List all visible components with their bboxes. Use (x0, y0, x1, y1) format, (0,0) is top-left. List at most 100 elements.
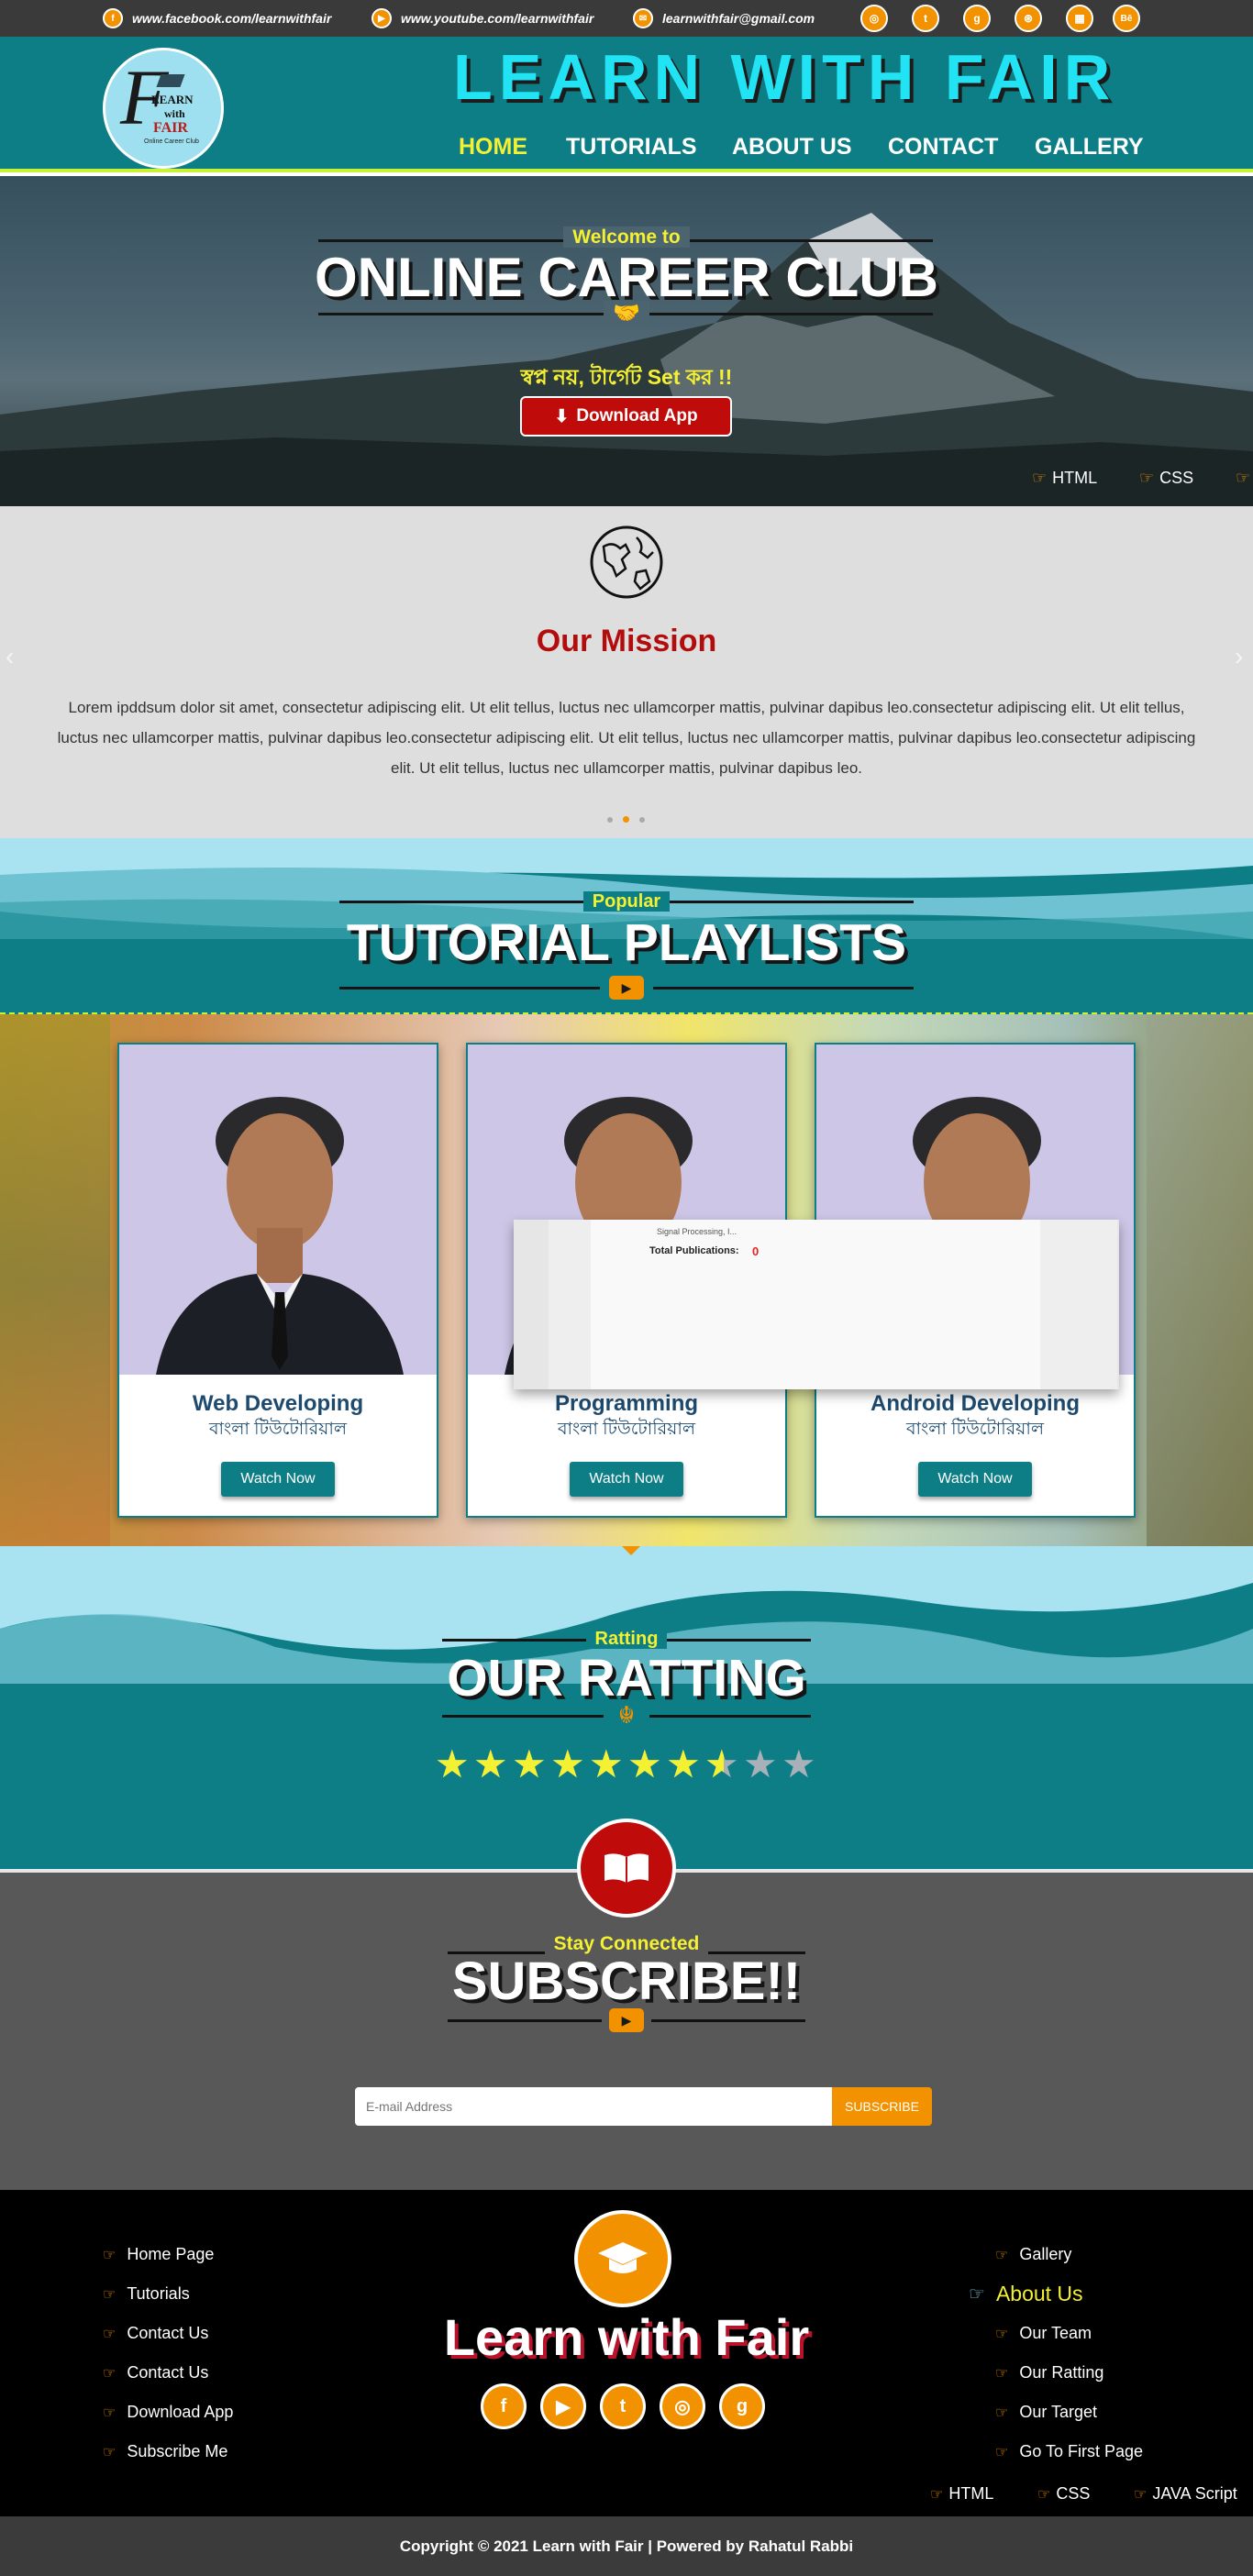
youtube-icon[interactable]: ▶ (540, 2383, 586, 2429)
card-title: Android Developing (870, 1391, 1080, 1416)
instructor-photo (119, 1045, 437, 1375)
logo-line3: FAIR (153, 120, 188, 136)
youtube-play-icon: ▶ (609, 976, 644, 1000)
pointing-hand-icon: ☞ (969, 2284, 985, 2305)
download-icon: ⬇ (554, 406, 570, 426)
facebook-url: www.facebook.com/learnwithfair (132, 11, 332, 26)
pointing-hand-icon: ☞ (995, 2326, 1009, 2342)
youtube-url: www.youtube.com/learnwithfair (401, 11, 594, 26)
nav-about-us[interactable]: ABOUT US (732, 134, 852, 160)
watch-now-button[interactable]: Watch Now (918, 1462, 1032, 1497)
slider-dot-3[interactable] (639, 817, 645, 823)
footer-ticker-css[interactable]: ☞ CSS (1037, 2484, 1090, 2504)
watch-now-button[interactable]: Watch Now (570, 1462, 683, 1497)
instagram-icon[interactable]: ◎ (860, 5, 888, 32)
pointing-hand-icon: ☞ (1037, 2486, 1051, 2503)
globe-icon (590, 525, 663, 599)
footer-link-target[interactable]: ☞ Our Target (995, 2403, 1097, 2422)
mountain-background (0, 213, 1253, 506)
handshake-icon: 🤝 (604, 301, 649, 326)
popup-label: Total Publications: (649, 1245, 739, 1256)
hero-ticker-html[interactable]: ☞ HTML (1032, 469, 1097, 488)
twitter-icon[interactable]: t (600, 2383, 646, 2429)
playlist-card-web[interactable]: Web Developing বাংলা টিউটোরিয়াল Watch N… (117, 1043, 438, 1518)
hero-tagline: স্বপ্ন নয়, টার্গেট Set কর !! (520, 365, 733, 389)
pointing-hand-icon: ☞ (930, 2486, 944, 2503)
card-title: Programming (554, 1391, 699, 1416)
nav-contact[interactable]: CONTACT (888, 134, 998, 160)
youtube-link[interactable]: ▶ www.youtube.com/learnwithfair (371, 8, 593, 28)
star-icon: ★ ★ (589, 1744, 627, 1785)
star-fill: ★ (627, 1744, 662, 1785)
download-app-button[interactable]: ⬇ Download App (520, 396, 732, 437)
email-input[interactable] (355, 2087, 832, 2126)
card-title: Web Developing (192, 1391, 364, 1416)
footer-link-home[interactable]: ☞ Home Page (103, 2245, 214, 2264)
star-icon: ★ ★ (704, 1742, 739, 1786)
footer-ticker-html[interactable]: ☞ HTML (930, 2484, 993, 2504)
subscribe-title: SUBSCRIBE!! (451, 1951, 802, 2011)
playlists-kicker: Popular (0, 891, 1253, 912)
publication-popup: Signal Processing, I... Total Publicatio… (591, 1220, 1040, 1389)
copyright-bar: Copyright © 2021 Learn with Fair | Power… (0, 2516, 1253, 2576)
footer-link-gallery[interactable]: ☞ Gallery (995, 2245, 1071, 2264)
logo-tagline: Online Career Club (144, 138, 199, 145)
slider-dot-2[interactable] (623, 816, 629, 823)
nav-home[interactable]: HOME (459, 134, 527, 160)
brand-title: LEARN WITH FAIR (453, 41, 1117, 113)
github-icon[interactable]: g (719, 2383, 765, 2429)
emblem-icon: ☬ (604, 1700, 649, 1730)
star-icon: ★ (743, 1742, 778, 1786)
slider-next-arrow[interactable]: › (1235, 642, 1243, 671)
watch-now-button[interactable]: Watch Now (221, 1462, 335, 1497)
pointing-hand-icon: ☞ (995, 2444, 1009, 2460)
mission-text: Lorem ipddsum dolor sit amet, consectetu… (57, 699, 1196, 777)
footer-link-tutorials[interactable]: ☞ Tutorials (103, 2284, 190, 2304)
twitter-icon[interactable]: t (912, 5, 939, 32)
pointing-hand-icon: ☞ (1236, 469, 1251, 487)
facebook-icon[interactable]: f (481, 2383, 527, 2429)
logo-line2: with (164, 107, 185, 120)
footer-link-subscribe[interactable]: ☞ Subscribe Me (103, 2442, 227, 2461)
star-icon: ★ ★ (473, 1744, 512, 1785)
star-icon: ★ ★ (666, 1744, 704, 1785)
hero-ticker-css[interactable]: ☞ CSS (1139, 469, 1193, 488)
facebook-link[interactable]: f www.facebook.com/learnwithfair (103, 8, 331, 28)
book-icon (577, 1819, 676, 1918)
footer-link-first-page[interactable]: ☞ Go To First Page (995, 2442, 1143, 2461)
instagram-icon[interactable]: ◎ (660, 2383, 705, 2429)
footer-link-download[interactable]: ☞ Download App (103, 2403, 233, 2422)
hero-banner (0, 176, 1253, 506)
card-subtitle: বাংলা টিউটোরিয়াল (208, 1420, 348, 1439)
footer-link-team[interactable]: ☞ Our Team (995, 2324, 1092, 2343)
mission-title: Our Mission (536, 624, 717, 658)
logo-line1: LEARN (151, 93, 194, 106)
email-link[interactable]: ✉ learnwithfair@gmail.com (633, 8, 815, 28)
popup-value: 0 (752, 1244, 760, 1258)
pointing-hand-icon: ☞ (103, 2444, 116, 2460)
star-icon: ★ (782, 1742, 816, 1786)
star-fill: ★ (473, 1744, 508, 1785)
github-icon[interactable]: g (963, 5, 991, 32)
top-bar: f www.facebook.com/learnwithfair ▶ www.y… (0, 0, 1253, 37)
slider-prev-arrow[interactable]: ‹ (6, 642, 14, 671)
footer-link-about[interactable]: ☞ About Us (969, 2282, 1083, 2306)
site-logo[interactable]: F LEARN with FAIR Online Career Club (103, 48, 224, 169)
pointing-hand-icon: ☞ (995, 2247, 1009, 2263)
nav-gallery[interactable]: GALLERY (1035, 134, 1144, 160)
star-fill: ★ (512, 1744, 547, 1785)
pointing-hand-icon: ☞ (103, 2286, 116, 2303)
footer-ticker-js[interactable]: ☞ JAVA Script (1134, 2484, 1237, 2504)
star-icon: ★ ★ (512, 1744, 550, 1785)
graduation-cap-icon (574, 2210, 671, 2307)
card-subtitle: বাংলা টিউটোরিয়াল (905, 1420, 1045, 1439)
subscribe-button[interactable]: SUBSCRIBE (832, 2087, 932, 2126)
slider-dot-1[interactable] (607, 817, 613, 823)
behance-icon[interactable]: Bē (1113, 5, 1140, 32)
pointing-hand-icon: ☞ (995, 2405, 1009, 2421)
footer-link-ratting[interactable]: ☞ Our Ratting (995, 2363, 1103, 2383)
youtube-play-icon: ▶ (609, 2008, 644, 2032)
nav-tutorials[interactable]: TUTORIALS (566, 134, 697, 160)
calendar-icon[interactable]: ▦ (1066, 5, 1093, 32)
dribbble-icon[interactable]: ⊛ (1015, 5, 1042, 32)
